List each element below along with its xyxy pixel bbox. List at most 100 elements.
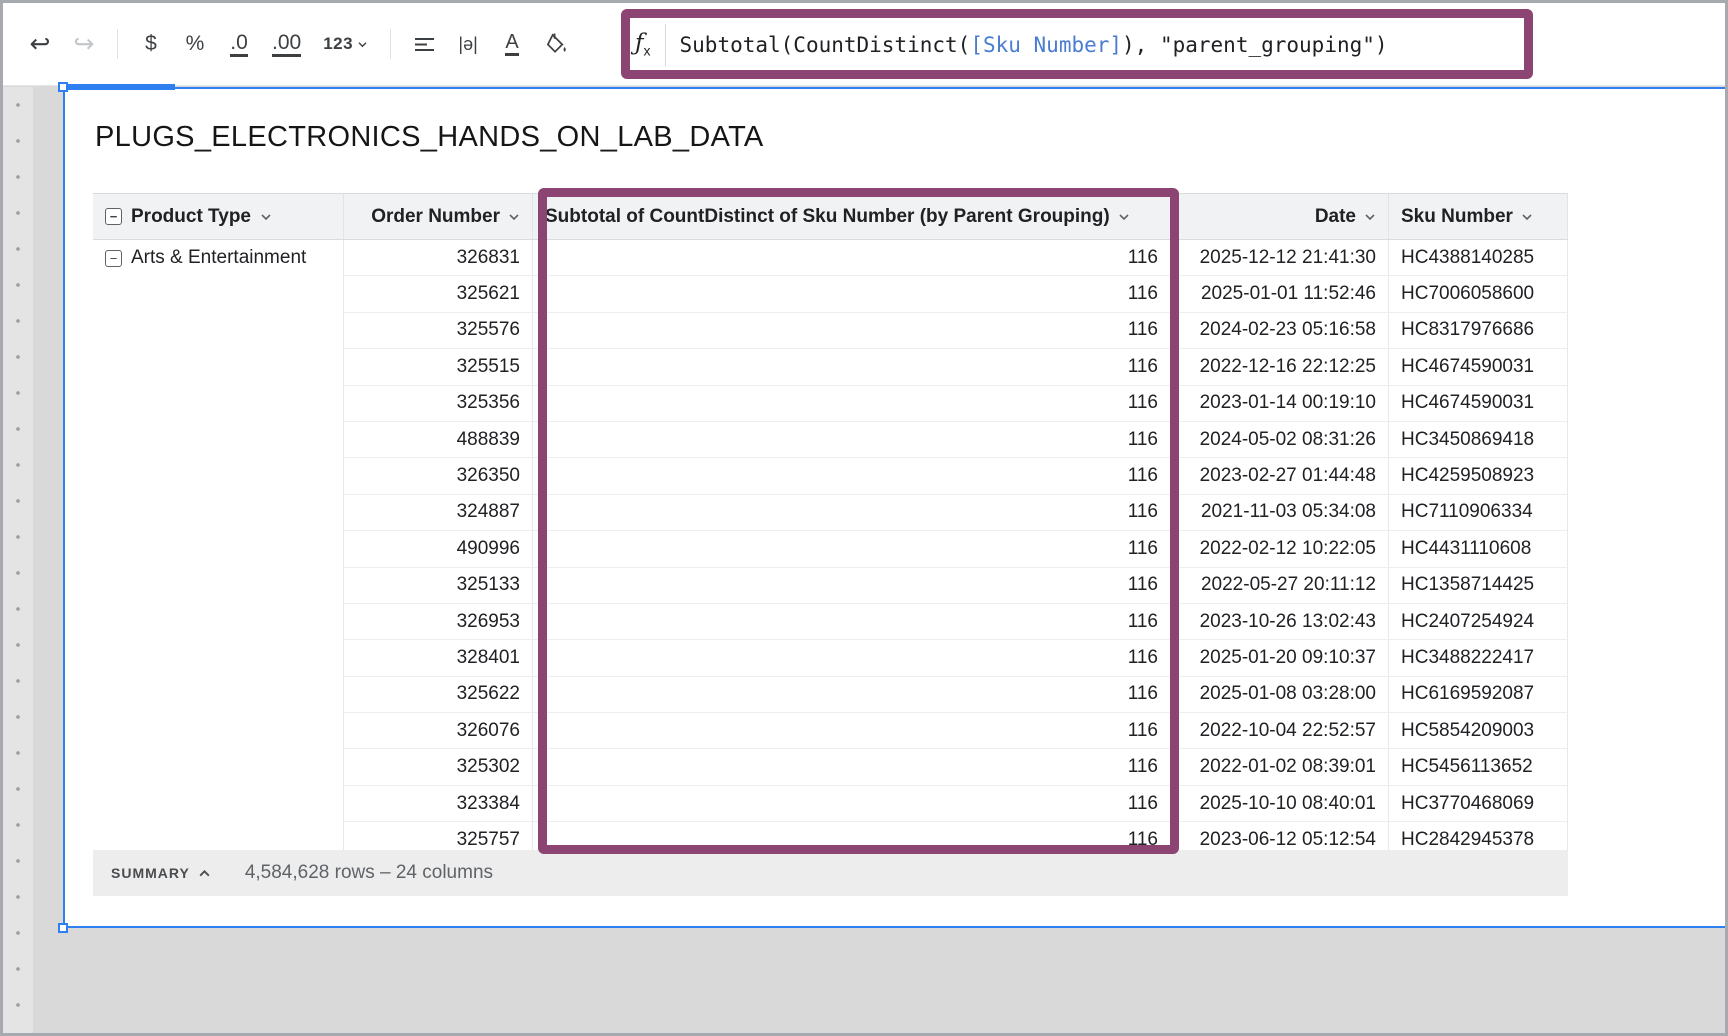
cell-sku-number[interactable]: HC3450869418 (1389, 421, 1568, 459)
cell-date[interactable]: 2025-12-12 21:41:30 (1173, 240, 1389, 277)
column-header-date[interactable]: Date (1173, 194, 1389, 239)
fill-color-button[interactable] (545, 27, 568, 61)
column-header-subtotal[interactable]: Subtotal of CountDistinct of Sku Number … (533, 194, 1173, 239)
cell-date[interactable]: 2025-01-20 09:10:37 (1173, 640, 1389, 677)
cell-subtotal[interactable]: 116 (533, 567, 1173, 604)
cell-product-type[interactable]: − (93, 822, 344, 850)
cell-date[interactable]: 2022-01-02 08:39:01 (1173, 749, 1389, 786)
cell-sku-number[interactable]: HC5456113652 (1389, 749, 1568, 786)
cell-sku-number[interactable]: HC1358714425 (1389, 567, 1568, 604)
cell-order-number[interactable]: 325133 (344, 567, 533, 604)
cell-subtotal[interactable]: 116 (533, 312, 1173, 350)
cell-product-type[interactable]: − (93, 385, 344, 422)
cell-order-number[interactable]: 325515 (344, 349, 533, 386)
cell-order-number[interactable]: 325621 (344, 276, 533, 313)
chevron-down-icon[interactable] (1364, 213, 1376, 221)
cell-subtotal[interactable]: 116 (533, 458, 1173, 495)
cell-subtotal[interactable]: 116 (533, 603, 1173, 641)
cell-order-number[interactable]: 325356 (344, 385, 533, 422)
cell-sku-number[interactable]: HC6169592087 (1389, 676, 1568, 714)
cell-product-type[interactable]: − (93, 713, 344, 750)
cell-sku-number[interactable]: HC4674590031 (1389, 385, 1568, 422)
cell-sku-number[interactable]: HC2842945378 (1389, 822, 1568, 850)
cell-date[interactable]: 2022-02-12 10:22:05 (1173, 531, 1389, 568)
cell-sku-number[interactable]: HC3488222417 (1389, 640, 1568, 677)
cell-order-number[interactable]: 325576 (344, 312, 533, 350)
selection-handle[interactable] (58, 82, 68, 92)
cell-product-type[interactable]: − (93, 640, 344, 677)
cell-order-number[interactable]: 323384 (344, 785, 533, 823)
selection-handle[interactable] (58, 923, 68, 933)
text-color-button[interactable]: A (505, 32, 519, 56)
cell-product-type[interactable]: − (93, 312, 344, 350)
number-format-menu-button[interactable]: 123 (323, 27, 368, 61)
currency-format-button[interactable]: $ (140, 27, 162, 61)
chevron-down-icon[interactable] (508, 213, 520, 221)
decrease-decimal-button[interactable]: .0 (230, 32, 248, 57)
cell-date[interactable]: 2025-01-08 03:28:00 (1173, 676, 1389, 714)
cell-order-number[interactable]: 326831 (344, 240, 533, 277)
cell-subtotal[interactable]: 116 (533, 276, 1173, 313)
cell-order-number[interactable]: 326953 (344, 603, 533, 641)
align-icon[interactable] (413, 27, 435, 61)
cell-subtotal[interactable]: 116 (533, 822, 1173, 850)
cell-subtotal[interactable]: 116 (533, 531, 1173, 568)
cell-subtotal[interactable]: 116 (533, 385, 1173, 422)
cell-order-number[interactable]: 325622 (344, 676, 533, 714)
cell-product-type[interactable]: − (93, 785, 344, 823)
formula-input[interactable]: Subtotal(CountDistinct([Sku Number]), "p… (680, 33, 1388, 57)
cell-sku-number[interactable]: HC4259508923 (1389, 458, 1568, 495)
cell-sku-number[interactable]: HC5854209003 (1389, 713, 1568, 750)
cell-sku-number[interactable]: HC4431110608 (1389, 531, 1568, 568)
cell-product-type[interactable]: − (93, 749, 344, 786)
cell-subtotal[interactable]: 116 (533, 785, 1173, 823)
cell-order-number[interactable]: 490996 (344, 531, 533, 568)
cell-subtotal[interactable]: 116 (533, 349, 1173, 386)
cell-date[interactable]: 2024-02-23 05:16:58 (1173, 312, 1389, 350)
cell-date[interactable]: 2022-05-27 20:11:12 (1173, 567, 1389, 604)
collapse-all-icon[interactable]: − (105, 208, 122, 225)
cell-date[interactable]: 2022-12-16 22:12:25 (1173, 349, 1389, 386)
page-title[interactable]: PLUGS_ELECTRONICS_HANDS_ON_LAB_DATA (95, 121, 764, 154)
cell-product-type[interactable]: − (93, 349, 344, 386)
collapse-group-icon[interactable]: − (105, 249, 122, 267)
cell-sku-number[interactable]: HC7006058600 (1389, 276, 1568, 313)
cell-order-number[interactable]: 324887 (344, 494, 533, 532)
cell-product-type[interactable]: − (93, 531, 344, 568)
cell-product-type[interactable]: − (93, 676, 344, 714)
cell-date[interactable]: 2023-02-27 01:44:48 (1173, 458, 1389, 495)
undo-button[interactable]: ↩ (29, 27, 51, 61)
cell-order-number[interactable]: 488839 (344, 421, 533, 459)
cell-date[interactable]: 2025-10-10 08:40:01 (1173, 785, 1389, 823)
cell-date[interactable]: 2024-05-02 08:31:26 (1173, 421, 1389, 459)
cell-product-type[interactable]: − (93, 494, 344, 532)
increase-decimal-button[interactable]: .00 (272, 32, 302, 57)
redo-button[interactable]: ↪ (73, 27, 95, 61)
cell-subtotal[interactable]: 116 (533, 713, 1173, 750)
percent-format-button[interactable]: % (184, 27, 206, 61)
cell-subtotal[interactable]: 116 (533, 240, 1173, 277)
column-header-product-type[interactable]: − Product Type (93, 194, 344, 239)
element-selection-tab[interactable] (63, 84, 175, 90)
cell-sku-number[interactable]: HC4674590031 (1389, 349, 1568, 386)
cell-product-type[interactable]: − (93, 567, 344, 604)
cell-subtotal[interactable]: 116 (533, 640, 1173, 677)
chevron-down-icon[interactable] (1521, 213, 1533, 221)
cell-sku-number[interactable]: HC8317976686 (1389, 312, 1568, 350)
cell-date[interactable]: 2023-06-12 05:12:54 (1173, 822, 1389, 850)
cell-product-type[interactable]: − Arts & Entertainment (93, 240, 344, 277)
column-header-sku-number[interactable]: Sku Number (1389, 194, 1568, 239)
cell-order-number[interactable]: 325757 (344, 822, 533, 850)
cell-subtotal[interactable]: 116 (533, 421, 1173, 459)
cell-order-number[interactable]: 326350 (344, 458, 533, 495)
cell-date[interactable]: 2023-10-26 13:02:43 (1173, 603, 1389, 641)
cell-date[interactable]: 2022-10-04 22:52:57 (1173, 713, 1389, 750)
cell-product-type[interactable]: − (93, 458, 344, 495)
cell-sku-number[interactable]: HC2407254924 (1389, 603, 1568, 641)
column-header-order-number[interactable]: Order Number (344, 194, 533, 239)
summary-toggle[interactable]: SUMMARY (111, 865, 211, 881)
cell-date[interactable]: 2021-11-03 05:34:08 (1173, 494, 1389, 532)
wrap-text-icon[interactable]: |ə| (457, 27, 479, 61)
cell-date[interactable]: 2025-01-01 11:52:46 (1173, 276, 1389, 313)
cell-order-number[interactable]: 328401 (344, 640, 533, 677)
